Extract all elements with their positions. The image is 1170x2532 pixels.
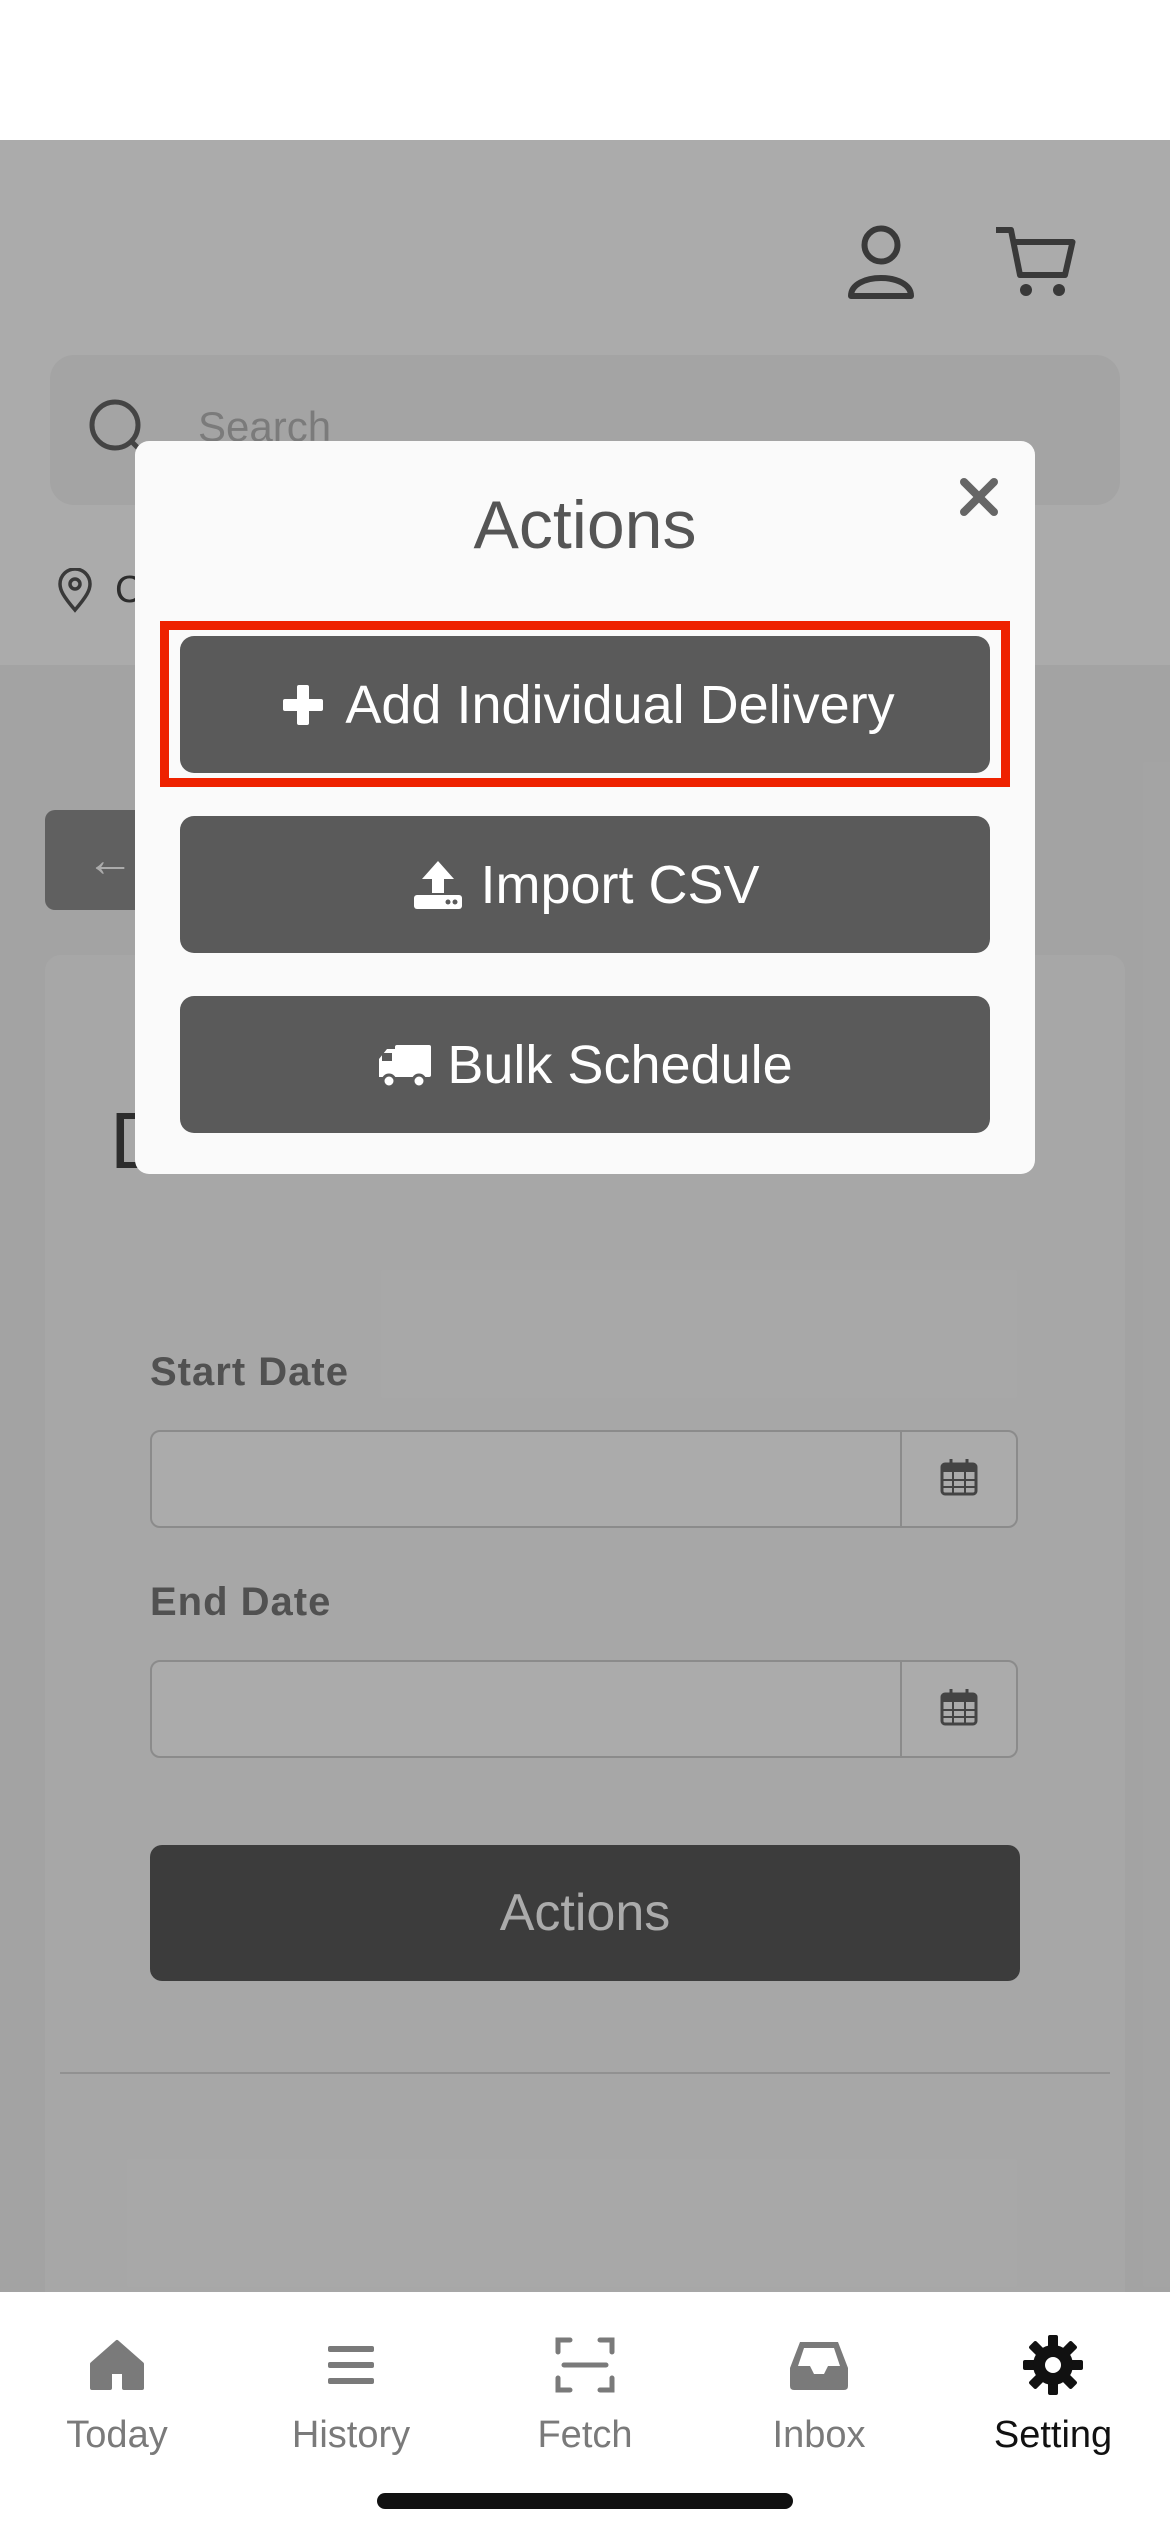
nav-label-setting: Setting	[993, 2414, 1113, 2456]
add-individual-delivery-label: Add Individual Delivery	[345, 674, 895, 735]
upload-icon	[410, 857, 466, 913]
close-button[interactable]	[951, 471, 1007, 527]
home-icon	[84, 2332, 150, 2398]
nav-item-setting[interactable]: Setting	[936, 2332, 1170, 2472]
modal-title: Actions	[473, 487, 697, 563]
import-csv-button[interactable]: Import CSV	[180, 816, 990, 953]
gear-icon	[1020, 2332, 1086, 2398]
nav-item-history[interactable]: History	[234, 2332, 468, 2472]
truck-icon	[377, 1037, 433, 1093]
inbox-icon	[786, 2332, 852, 2398]
home-indicator	[377, 2493, 793, 2509]
nav-item-fetch[interactable]: Fetch	[468, 2332, 702, 2472]
list-icon	[318, 2332, 384, 2398]
status-bar	[0, 0, 1170, 140]
nav-label-inbox: Inbox	[772, 2414, 866, 2456]
close-icon	[957, 475, 1001, 524]
bulk-schedule-button[interactable]: Bulk Schedule	[180, 996, 990, 1133]
nav-item-inbox[interactable]: Inbox	[702, 2332, 936, 2472]
nav-label-fetch: Fetch	[537, 2414, 633, 2456]
actions-modal: Actions Add Individual Delivery Import C…	[135, 441, 1035, 1174]
scan-icon	[552, 2332, 618, 2398]
add-individual-delivery-button[interactable]: Add Individual Delivery	[180, 636, 990, 773]
bulk-schedule-label: Bulk Schedule	[447, 1034, 793, 1095]
nav-label-history: History	[291, 2414, 411, 2456]
nav-item-today[interactable]: Today	[0, 2332, 234, 2472]
import-csv-label: Import CSV	[480, 854, 760, 915]
plus-icon	[275, 677, 331, 733]
nav-label-today: Today	[66, 2414, 168, 2456]
